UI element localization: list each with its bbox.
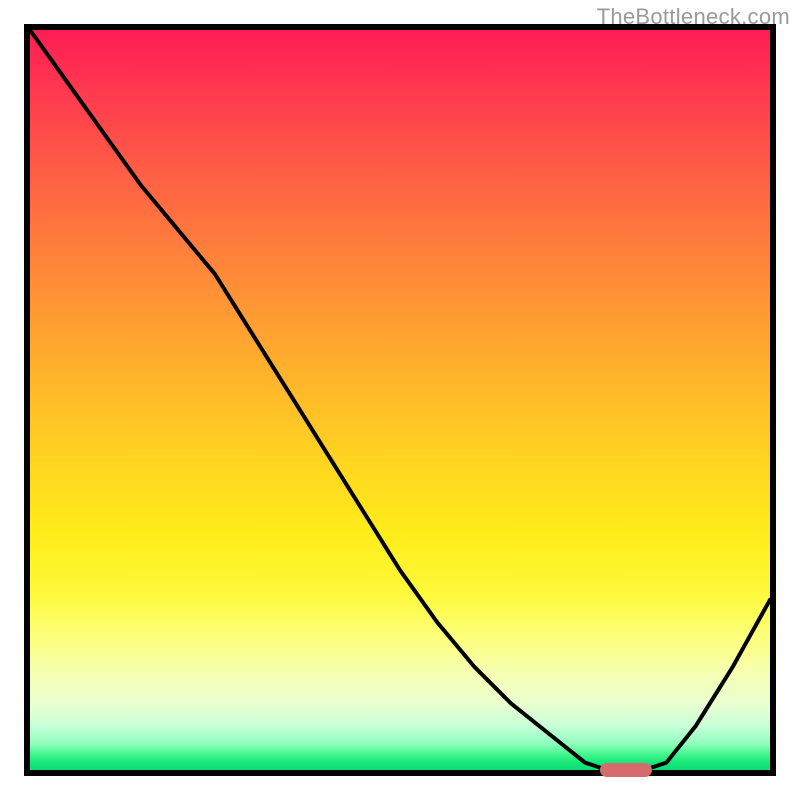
plot-frame — [24, 24, 776, 776]
optimal-range-marker — [600, 763, 652, 777]
curve-path — [30, 30, 770, 770]
bottleneck-curve — [30, 30, 770, 770]
chart-stage: TheBottleneck.com — [0, 0, 800, 800]
